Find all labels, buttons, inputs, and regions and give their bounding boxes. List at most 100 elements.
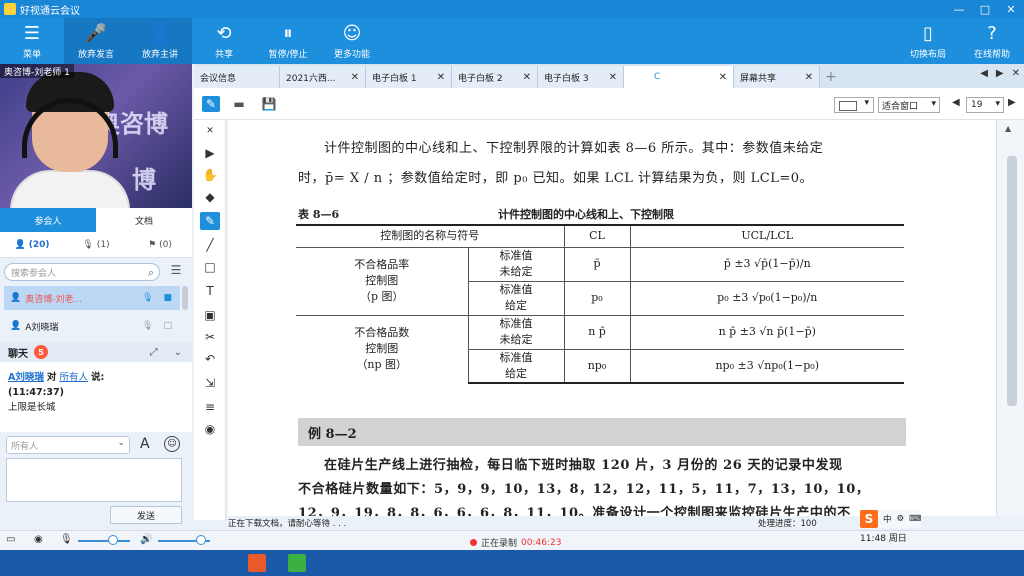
minimize-button[interactable]: —: [946, 0, 972, 18]
ime-mode[interactable]: 中: [883, 513, 892, 525]
next-page-icon[interactable]: ▶: [1008, 97, 1016, 108]
page-select[interactable]: 19 ▾: [966, 97, 1004, 113]
mic-volume-slider[interactable]: [78, 540, 130, 542]
palette-icon[interactable]: ◉: [200, 420, 220, 438]
rectangle-icon[interactable]: □: [200, 258, 220, 276]
keyboard-icon[interactable]: ⌨: [909, 514, 921, 524]
tab-meeting-info[interactable]: 会议信息: [194, 66, 280, 88]
recording-dot-icon: [470, 539, 477, 546]
color-picker[interactable]: [834, 97, 874, 113]
mic-icon[interactable]: 🎙: [142, 321, 153, 331]
close-document-icon[interactable]: ✕: [1012, 68, 1020, 79]
pen-icon[interactable]: ✎: [200, 212, 220, 230]
close-tools-icon[interactable]: ✕: [200, 122, 220, 140]
switch-layout-button[interactable]: ▯ 切换布局: [896, 18, 960, 64]
ime-toolbar[interactable]: S 中 ⚙ ⌨: [860, 510, 922, 528]
online-help-button[interactable]: ? 在线帮助: [960, 18, 1024, 64]
close-tab-icon[interactable]: ✕: [523, 72, 531, 83]
document-scrollbar[interactable]: ▲: [996, 120, 1024, 516]
collapse-chevron-icon[interactable]: ⌄: [174, 347, 182, 358]
participant-scrollbar[interactable]: [182, 286, 188, 310]
participant-row[interactable]: 👤 A刘晓瑞 🎙 □: [4, 314, 180, 338]
line-width-icon[interactable]: ≡: [200, 398, 220, 416]
scroll-up-icon[interactable]: ▲: [1005, 124, 1011, 133]
eraser-icon[interactable]: ◆: [200, 188, 220, 206]
table-cell: p̄: [564, 246, 631, 281]
title-bar: 好视通云会议 — □ ✕: [0, 0, 1024, 18]
mic-volume-knob[interactable]: [108, 535, 118, 545]
share-button[interactable]: ⟲ 共享: [192, 18, 256, 64]
fit-select[interactable]: 适合窗口 ▾: [878, 97, 940, 113]
add-tab-button[interactable]: +: [820, 66, 842, 88]
taskbar-app-icon[interactable]: [248, 554, 266, 572]
export-icon[interactable]: ⇲: [200, 374, 220, 392]
panel-tabs: 参会人 文档: [0, 208, 192, 232]
camera-icon[interactable]: □: [163, 321, 172, 331]
undo-icon[interactable]: ↶: [200, 350, 220, 368]
list-view-icon[interactable]: ☰: [166, 263, 186, 281]
person-icon: 👤: [10, 321, 22, 331]
previous-page-icon[interactable]: ◀: [952, 97, 960, 108]
camera-toggle-icon[interactable]: ◉: [34, 534, 43, 545]
tab-active-document[interactable]: C ✕: [624, 66, 734, 88]
text-icon[interactable]: T: [200, 282, 220, 300]
more-features-button[interactable]: ☺ 更多功能: [320, 18, 384, 64]
give-up-speaking-button[interactable]: 🎤 放弃发言: [64, 18, 128, 64]
video-feed[interactable]: 奥咨博 博 奥咨博-刘老师 1: [0, 64, 192, 208]
tab-screen-share[interactable]: 屏幕共享 ✕: [734, 66, 820, 88]
maximize-button[interactable]: □: [972, 0, 998, 18]
hand-raise-count[interactable]: ⚑ (0): [128, 240, 192, 250]
participant-row[interactable]: 👤 奥咨博-刘老... 🎙 ■: [4, 286, 180, 310]
chat-sender[interactable]: A刘晓瑞: [8, 372, 44, 383]
tab-document[interactable]: 2021六西... ✕: [280, 66, 366, 88]
scroll-thumb[interactable]: [1007, 156, 1017, 406]
sogou-icon[interactable]: S: [860, 510, 878, 528]
image-icon[interactable]: ▣: [200, 306, 220, 324]
tab-prev-icon[interactable]: ◀: [980, 68, 988, 79]
tab-whiteboard-3[interactable]: 电子白板 3 ✕: [538, 66, 624, 88]
tab-documents[interactable]: 文档: [96, 208, 192, 232]
line-icon[interactable]: ╱: [200, 236, 220, 254]
taskbar-app-icon[interactable]: [288, 554, 306, 572]
screen-icon[interactable]: ▭: [6, 534, 15, 545]
speaker-volume-knob[interactable]: [196, 535, 206, 545]
annotate-icon[interactable]: ✎: [202, 96, 220, 112]
pause-stop-button[interactable]: ⏸ 暂停/停止: [256, 18, 320, 64]
camera-icon[interactable]: ■: [163, 293, 172, 303]
cut-icon[interactable]: ✂: [200, 328, 220, 346]
participant-search-input[interactable]: 搜索参会人 ⌕: [4, 263, 160, 281]
tab-participants[interactable]: 参会人: [0, 208, 96, 232]
speaker-count[interactable]: 🎙 (1): [64, 240, 128, 250]
menu-button[interactable]: ☰ 菜单: [0, 18, 64, 64]
tab-whiteboard-1[interactable]: 电子白板 1 ✕: [366, 66, 452, 88]
folder-icon[interactable]: ▬: [230, 96, 248, 112]
mic-icon[interactable]: 🎙: [142, 293, 153, 303]
document-page[interactable]: 计件控制图的中心线和上、下控制界限的计算如表 8—6 所示。其中：参数值未给定 …: [228, 120, 996, 516]
chat-target-select[interactable]: 所有人 ⌄: [6, 436, 130, 454]
tab-whiteboard-2[interactable]: 电子白板 2 ✕: [452, 66, 538, 88]
menu-icon: ☰: [23, 23, 41, 44]
chat-input[interactable]: [6, 458, 182, 502]
close-tab-icon[interactable]: ✕: [805, 72, 813, 83]
font-icon[interactable]: A: [140, 436, 150, 452]
give-up-presenter-button[interactable]: 👤 放弃主讲: [128, 18, 192, 64]
speaker-icon[interactable]: 🔊: [140, 534, 152, 545]
search-icon[interactable]: ⌕: [148, 266, 154, 280]
close-tab-icon[interactable]: ✕: [719, 72, 727, 83]
mic-toggle-icon[interactable]: 🎙: [60, 534, 73, 545]
ime-settings-icon[interactable]: ⚙: [897, 514, 905, 524]
hand-tool-icon[interactable]: ✋: [200, 166, 220, 184]
pointer-icon[interactable]: ▶: [200, 144, 220, 162]
close-tab-icon[interactable]: ✕: [609, 72, 617, 83]
participant-count[interactable]: 👤 (20): [0, 240, 64, 250]
tab-next-icon[interactable]: ▶: [996, 68, 1004, 79]
recording-indicator: 正在录制 00:46:23: [470, 536, 561, 549]
close-tab-icon[interactable]: ✕: [351, 72, 359, 83]
save-icon[interactable]: 💾: [260, 96, 278, 112]
popout-icon[interactable]: ⤢: [150, 347, 158, 358]
chat-recipient[interactable]: 所有人: [59, 372, 88, 383]
send-button[interactable]: 发送: [110, 506, 182, 524]
emoji-icon[interactable]: ☺: [164, 436, 180, 452]
close-button[interactable]: ✕: [998, 0, 1024, 18]
close-tab-icon[interactable]: ✕: [437, 72, 445, 83]
